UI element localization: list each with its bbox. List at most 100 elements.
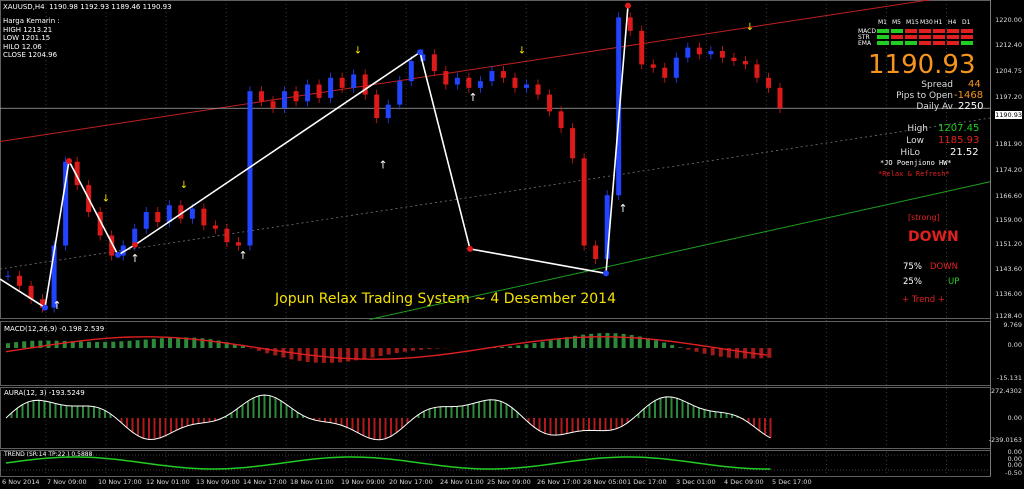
aura-label: AURA(12, 3) -193.5249 [4,389,85,397]
signal-cell [933,35,945,39]
candle-body [189,208,195,219]
macd-bar [127,340,132,348]
macd-bar [743,348,748,359]
macd-bar [6,343,10,348]
macd-bar [346,348,351,362]
macd-bar [670,344,675,348]
candle-body [512,77,518,88]
candle-body [5,275,11,277]
candle-body [581,158,587,246]
signal-cell [933,41,945,45]
signal-cell [947,29,959,33]
macd-bar [176,337,181,348]
zigzag-point [42,304,48,311]
candle-body [558,111,564,129]
candle-body [593,245,599,259]
signal-cell [905,29,917,33]
yesterday-info: Harga Kemarin : HIGH 1213.21 LOW 1201.15… [3,17,60,60]
macd-label: MACD(12,26,9) -0.198 2.539 [4,325,105,333]
candle-body [570,128,576,159]
pane-frame-1 [0,321,991,386]
zigzag-point [625,2,631,9]
candle-body [500,71,506,78]
author-label: *JO Poenjiono HW* [880,159,952,167]
time-axis-label: 1 Dec 17:00 [627,478,667,486]
zigzag-point [417,49,423,56]
zigzag-line [0,5,629,309]
time-axis-label: 24 Nov 01:00 [440,478,484,486]
relax-label: *Relax & Refresh* [878,170,950,178]
candle-body [777,87,783,108]
info-low: LOW 1201.15 [3,34,51,42]
time-axis-label: 13 Nov 09:00 [196,478,240,486]
signal-cell [919,35,931,39]
time-axis-label: 4 Dec 09:00 [724,478,764,486]
zigzag-point [603,270,609,277]
down-arrow-icon: ↓ [180,180,188,191]
price-axis-label: 1128.40 [995,312,1022,320]
candle-body [742,61,748,65]
macd-bar [386,348,391,355]
low-value: 1185.93 [938,135,980,146]
signal-cell [933,29,945,33]
up-arrow-icon: ↑ [468,91,477,104]
candle-body [639,30,645,65]
macd-bar [662,342,667,348]
strength-label: [strong] [908,213,940,222]
macd-bar [645,338,650,348]
time-axis-label: 14 Nov 17:00 [243,478,287,486]
signal-cell [947,35,959,39]
time-axis-label: 28 Nov 05:00 [583,478,627,486]
sub-axis-label: 272.4302 [990,387,1022,395]
price-axis-label: 1151.20 [995,240,1022,248]
pane-frame-0 [0,0,991,319]
low-label: Low [906,136,924,146]
candle-body [362,74,368,95]
candle-body [408,61,414,82]
candle-body [754,64,760,78]
macd-bar [103,341,108,348]
macd-bar [321,348,326,363]
macd-bar [22,341,27,348]
signal-cell [961,35,973,39]
candle-body [719,50,725,58]
trend-button[interactable]: + Trend + [902,295,945,305]
price-axis-label: 1190.93 [995,111,1022,119]
macd-bar [378,348,383,357]
pips-value: -1468 [954,90,984,101]
up-arrow-icon: ↑ [378,158,387,171]
macd-bar [78,341,83,348]
candle-body [224,228,230,243]
macd-bar [281,348,286,358]
time-axis-label: 25 Nov 09:00 [487,478,531,486]
daily-value: 2250 [958,101,984,112]
candle-body [155,211,161,223]
candle-body [397,81,403,105]
macd-bar [119,341,124,348]
timeframe-h4: H4 [948,19,957,26]
timeframe-m5: M5 [892,19,901,26]
macd-bar [710,348,715,356]
macd-bar [702,348,707,354]
macd-bar [613,333,618,348]
signal-cell [877,41,889,45]
candle-body [17,275,23,286]
candle-body [466,77,472,88]
trend-line [5,456,771,470]
candle-body [627,17,633,31]
timeframe-h1: H1 [934,19,943,26]
candle-body [535,84,541,95]
candle-body [258,91,264,102]
candle-body [201,208,207,226]
time-axis-label: 18 Nov 01:00 [290,478,334,486]
macd-bar [548,340,553,348]
time-axis-label: 6 Nov 2014 [2,478,40,486]
daily-label: Daily Av [916,102,953,112]
up-arrow-icon: ↑ [238,249,247,262]
macd-bar [362,348,367,360]
macd-bar [168,337,172,348]
candle-body [282,91,288,108]
candle-body [431,54,437,72]
up-arrow-icon: ↑ [52,299,61,312]
macd-bar [330,348,334,363]
